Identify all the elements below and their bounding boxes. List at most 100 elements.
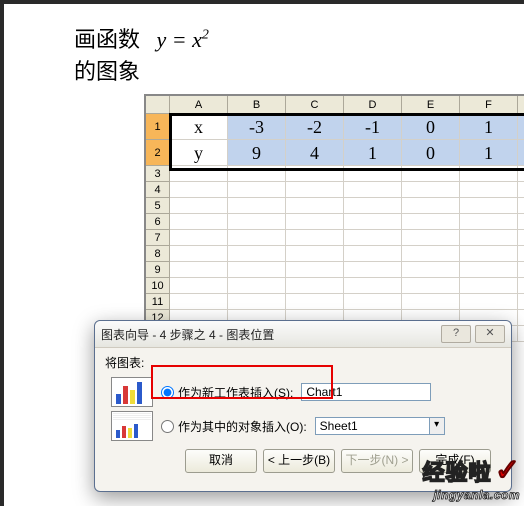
chevron-down-icon[interactable]: ▾ bbox=[429, 417, 445, 435]
row-hdr-2[interactable]: 2 bbox=[146, 140, 170, 166]
cell[interactable] bbox=[460, 182, 518, 198]
cell[interactable] bbox=[228, 214, 286, 230]
new-sheet-name-input[interactable] bbox=[301, 383, 431, 401]
cell[interactable] bbox=[460, 214, 518, 230]
cell[interactable] bbox=[286, 214, 344, 230]
cell[interactable] bbox=[518, 214, 524, 230]
col-hdr-C[interactable]: C bbox=[286, 96, 344, 114]
cell[interactable] bbox=[344, 230, 402, 246]
cell[interactable] bbox=[286, 278, 344, 294]
cell[interactable] bbox=[286, 198, 344, 214]
cell[interactable] bbox=[518, 230, 524, 246]
cell[interactable] bbox=[170, 182, 228, 198]
radio-new-sheet-input[interactable] bbox=[161, 386, 174, 399]
cell[interactable] bbox=[518, 182, 524, 198]
row-hdr-4[interactable]: 4 bbox=[146, 182, 170, 198]
cell[interactable] bbox=[286, 230, 344, 246]
cell[interactable] bbox=[402, 214, 460, 230]
cell[interactable] bbox=[460, 198, 518, 214]
cell[interactable] bbox=[344, 214, 402, 230]
back-button[interactable]: < 上一步(B) bbox=[263, 449, 335, 473]
cell[interactable] bbox=[518, 278, 524, 294]
object-sheet-input[interactable] bbox=[315, 417, 429, 435]
cell[interactable] bbox=[402, 166, 460, 182]
cell[interactable] bbox=[460, 246, 518, 262]
cell[interactable] bbox=[344, 198, 402, 214]
corner-cell[interactable] bbox=[146, 96, 170, 114]
cell[interactable] bbox=[460, 294, 518, 310]
cell[interactable] bbox=[170, 198, 228, 214]
cell[interactable] bbox=[228, 166, 286, 182]
cell-G2[interactable] bbox=[518, 140, 524, 166]
col-hdr-G[interactable]: G bbox=[518, 96, 524, 114]
cell[interactable] bbox=[518, 246, 524, 262]
cell-E1[interactable]: 0 bbox=[402, 114, 460, 140]
cell-F2[interactable]: 1 bbox=[460, 140, 518, 166]
cell[interactable] bbox=[170, 246, 228, 262]
cell[interactable] bbox=[228, 182, 286, 198]
cell-B2[interactable]: 9 bbox=[228, 140, 286, 166]
row-hdr-11[interactable]: 11 bbox=[146, 294, 170, 310]
col-hdr-B[interactable]: B bbox=[228, 96, 286, 114]
dialog-close-button[interactable]: ✕ bbox=[475, 325, 505, 343]
cell[interactable] bbox=[228, 294, 286, 310]
cell[interactable] bbox=[402, 278, 460, 294]
cell[interactable] bbox=[344, 278, 402, 294]
cell-B1[interactable]: -3 bbox=[228, 114, 286, 140]
cell[interactable] bbox=[402, 246, 460, 262]
cell-C1[interactable]: -2 bbox=[286, 114, 344, 140]
row-hdr-7[interactable]: 7 bbox=[146, 230, 170, 246]
object-sheet-combo[interactable]: ▾ bbox=[315, 417, 445, 435]
cell[interactable] bbox=[228, 230, 286, 246]
cell[interactable] bbox=[228, 278, 286, 294]
cell[interactable] bbox=[344, 166, 402, 182]
cell[interactable] bbox=[402, 198, 460, 214]
cell[interactable] bbox=[402, 230, 460, 246]
spreadsheet[interactable]: A B C D E F G 1 x -3 -2 -1 0 1 2 y 9 bbox=[144, 94, 524, 342]
cell[interactable] bbox=[286, 262, 344, 278]
chart-wizard-dialog[interactable]: 图表向导 - 4 步骤之 4 - 图表位置 ? ✕ 将图表: 作为新工作表插入(… bbox=[94, 320, 512, 492]
cell[interactable] bbox=[286, 246, 344, 262]
cell[interactable] bbox=[402, 294, 460, 310]
cell[interactable] bbox=[170, 262, 228, 278]
cell[interactable] bbox=[170, 294, 228, 310]
cell[interactable] bbox=[518, 198, 524, 214]
cell[interactable] bbox=[402, 182, 460, 198]
row-hdr-8[interactable]: 8 bbox=[146, 246, 170, 262]
cell[interactable] bbox=[402, 262, 460, 278]
cell[interactable] bbox=[344, 246, 402, 262]
cell[interactable] bbox=[518, 294, 524, 310]
cell[interactable] bbox=[344, 294, 402, 310]
cell[interactable] bbox=[228, 198, 286, 214]
cell[interactable] bbox=[460, 262, 518, 278]
row-hdr-9[interactable]: 9 bbox=[146, 262, 170, 278]
row-hdr-6[interactable]: 6 bbox=[146, 214, 170, 230]
col-hdr-D[interactable]: D bbox=[344, 96, 402, 114]
cancel-button[interactable]: 取消 bbox=[185, 449, 257, 473]
cell-G1[interactable] bbox=[518, 114, 524, 140]
cell-D2[interactable]: 1 bbox=[344, 140, 402, 166]
cell[interactable] bbox=[170, 166, 228, 182]
row-hdr-1[interactable]: 1 bbox=[146, 114, 170, 140]
finish-button[interactable]: 完成(F) bbox=[419, 449, 491, 473]
cell-F1[interactable]: 1 bbox=[460, 114, 518, 140]
col-hdr-A[interactable]: A bbox=[170, 96, 228, 114]
radio-object-input[interactable] bbox=[161, 420, 174, 433]
cell-D1[interactable]: -1 bbox=[344, 114, 402, 140]
cell[interactable] bbox=[460, 166, 518, 182]
cell-E2[interactable]: 0 bbox=[402, 140, 460, 166]
cell[interactable] bbox=[460, 230, 518, 246]
cell[interactable] bbox=[518, 310, 524, 326]
cell[interactable] bbox=[344, 262, 402, 278]
cell[interactable] bbox=[518, 326, 524, 342]
cell[interactable] bbox=[344, 182, 402, 198]
row-hdr-10[interactable]: 10 bbox=[146, 278, 170, 294]
cell-C2[interactable]: 4 bbox=[286, 140, 344, 166]
dialog-help-button[interactable]: ? bbox=[441, 325, 471, 343]
row-hdr-5[interactable]: 5 bbox=[146, 198, 170, 214]
cell[interactable] bbox=[286, 182, 344, 198]
cell[interactable] bbox=[170, 230, 228, 246]
radio-new-sheet[interactable]: 作为新工作表插入(S): bbox=[161, 384, 293, 401]
row-hdr-3[interactable]: 3 bbox=[146, 166, 170, 182]
cell[interactable] bbox=[518, 262, 524, 278]
